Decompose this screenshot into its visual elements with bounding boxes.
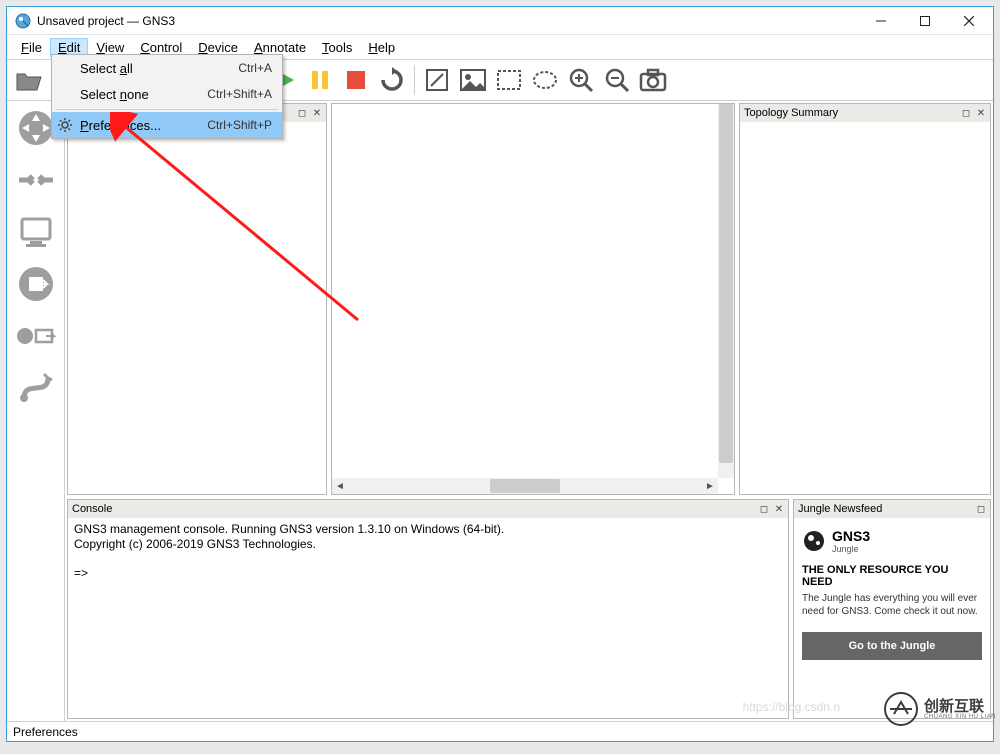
upper-row: ◻ ✕ ◄► Topology Summary ◻: [65, 101, 993, 497]
insert-image-button[interactable]: [456, 63, 490, 97]
menu-preferences[interactable]: Preferences... Ctrl+Shift+P: [52, 112, 282, 138]
canvas-panel: ◄►: [331, 103, 735, 495]
console-panel-header: Console ◻ ✕: [68, 500, 788, 518]
stop-button[interactable]: [339, 63, 373, 97]
lower-row: Console ◻ ✕ GNS3 management console. Run…: [65, 497, 993, 721]
panel-float-icon[interactable]: ◻: [959, 106, 973, 120]
end-devices-button[interactable]: [15, 211, 57, 253]
app-icon: [15, 13, 31, 29]
reload-button[interactable]: [375, 63, 409, 97]
zoom-in-button[interactable]: [564, 63, 598, 97]
device-dock: [7, 101, 65, 721]
all-devices-button[interactable]: [15, 315, 57, 357]
menu-select-none[interactable]: Select none Ctrl+Shift+A: [52, 81, 282, 107]
newsfeed-body-text: The Jungle has everything you will ever …: [802, 592, 982, 618]
switches-button[interactable]: [15, 159, 57, 201]
newsfeed-cta-button[interactable]: Go to the Jungle: [802, 632, 982, 660]
newsfeed-panel-title: Jungle Newsfeed: [798, 503, 882, 515]
minimize-button[interactable]: [859, 7, 903, 35]
newsfeed-headline: THE ONLY RESOURCE YOU NEED: [802, 564, 982, 588]
panel-close-icon[interactable]: ✕: [310, 106, 324, 120]
newsfeed-panel: Jungle Newsfeed ◻ GNS3 Jungle THE ONLY: [793, 499, 991, 719]
add-link-button[interactable]: [15, 367, 57, 409]
newsfeed-content: GNS3 Jungle THE ONLY RESOURCE YOU NEED T…: [794, 518, 990, 718]
newsfeed-logo: GNS3 Jungle: [802, 528, 982, 554]
panel-float-icon[interactable]: ◻: [974, 502, 988, 516]
panel-float-icon[interactable]: ◻: [757, 502, 771, 516]
menu-select-all[interactable]: Select all Ctrl+A: [52, 55, 282, 81]
watermark-logo: 创新互联 CHUANG XIN HU LIAN: [884, 692, 996, 726]
topology-panel: Topology Summary ◻ ✕: [739, 103, 991, 495]
topology-panel-header: Topology Summary ◻ ✕: [740, 104, 990, 122]
newsfeed-panel-header: Jungle Newsfeed ◻: [794, 500, 990, 518]
panel-close-icon[interactable]: ✕: [974, 106, 988, 120]
menu-help[interactable]: Help: [360, 38, 403, 57]
edit-dropdown: Select all Ctrl+A Select none Ctrl+Shift…: [51, 54, 283, 139]
gear-icon: [52, 117, 78, 133]
pause-button[interactable]: [303, 63, 337, 97]
panel-close-icon[interactable]: ✕: [772, 502, 786, 516]
statusbar-text: Preferences: [13, 725, 78, 739]
console-panel-title: Console: [72, 503, 112, 515]
panel-float-icon[interactable]: ◻: [295, 106, 309, 120]
screenshot-button[interactable]: [636, 63, 670, 97]
faint-watermark-url: https://blog.csdn.n: [743, 700, 840, 714]
menu-separator: [56, 109, 278, 110]
gns3-logo-icon: [802, 529, 826, 553]
security-devices-button[interactable]: [15, 263, 57, 305]
workspace-canvas[interactable]: ◄►: [332, 104, 734, 494]
close-button[interactable]: [947, 7, 991, 35]
maximize-button[interactable]: [903, 7, 947, 35]
open-project-button[interactable]: [12, 63, 46, 97]
canvas-hscrollbar[interactable]: ◄►: [332, 478, 718, 494]
canvas-vscrollbar[interactable]: [718, 104, 734, 478]
toolbar-sep: [414, 65, 415, 95]
titlebar: Unsaved project — GNS3: [7, 7, 993, 35]
draw-rectangle-button[interactable]: [492, 63, 526, 97]
console-output[interactable]: GNS3 management console. Running GNS3 ve…: [68, 518, 788, 718]
body-area: ◻ ✕ ◄► Topology Summary ◻: [7, 101, 993, 721]
draw-ellipse-button[interactable]: [528, 63, 562, 97]
window-controls: [859, 7, 991, 35]
menu-file[interactable]: File: [13, 38, 50, 57]
console-panel: Console ◻ ✕ GNS3 management console. Run…: [67, 499, 789, 719]
statusbar: Preferences: [7, 721, 993, 741]
devices-list[interactable]: [68, 122, 326, 494]
devices-panel: ◻ ✕: [67, 103, 327, 495]
zoom-out-button[interactable]: [600, 63, 634, 97]
menu-tools[interactable]: Tools: [314, 38, 360, 57]
topology-tree[interactable]: [740, 122, 990, 494]
center-column: ◻ ✕ ◄► Topology Summary ◻: [65, 101, 993, 721]
window-title: Unsaved project — GNS3: [37, 14, 859, 28]
topology-panel-title: Topology Summary: [744, 107, 838, 119]
watermark-icon: [884, 692, 918, 726]
annotate-note-button[interactable]: [420, 63, 454, 97]
